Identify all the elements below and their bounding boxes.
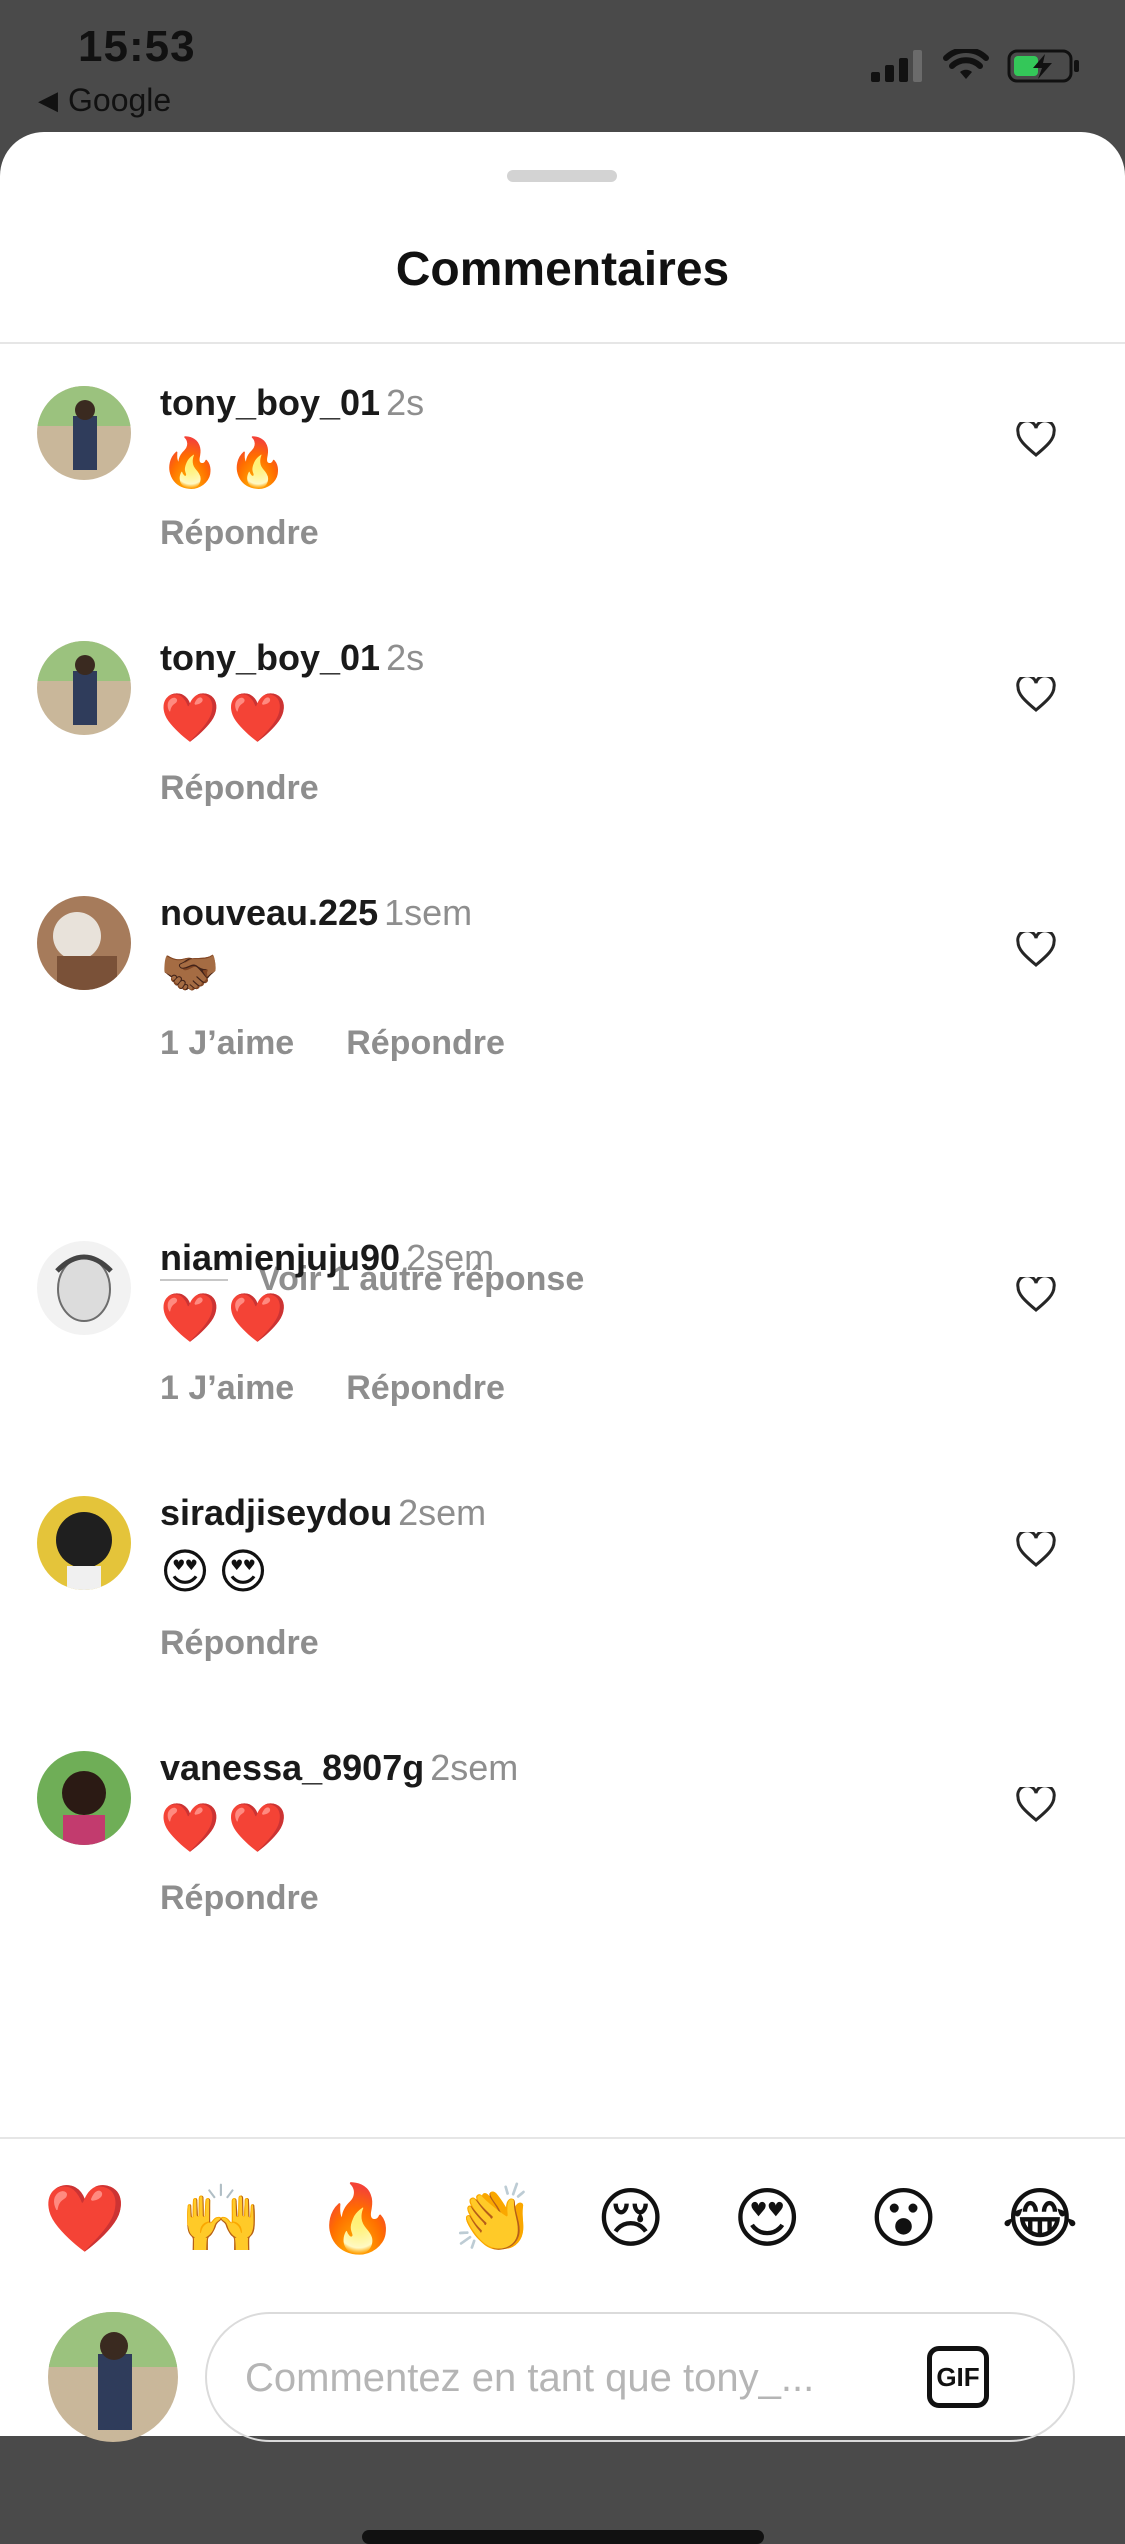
comment-header: vanessa_8907g 2sem xyxy=(160,1747,518,1789)
avatar[interactable] xyxy=(37,1496,131,1590)
reply-button[interactable]: Répondre xyxy=(160,1624,319,1663)
comment-actions: Répondre xyxy=(160,1879,319,1918)
comment-item: nouveau.225 1sem 🤝🏾 1 J’aime Répondre xyxy=(0,892,1125,1096)
quick-reactions-bar: ❤️ 🙌 🔥 👏 😢 😍 😮 😂 xyxy=(35,2180,1090,2258)
clock: 15:53 xyxy=(78,22,196,71)
comment-actions: Répondre xyxy=(160,769,319,808)
comment-actions: Répondre xyxy=(160,1624,319,1663)
avatar[interactable] xyxy=(37,1241,131,1335)
comment-text: 🔥🔥 xyxy=(160,435,296,491)
timestamp: 2sem xyxy=(398,1492,487,1533)
current-user-avatar xyxy=(48,2312,178,2442)
likes-count[interactable]: 1 J’aime xyxy=(160,1024,294,1063)
heart-outline-icon[interactable] xyxy=(1016,422,1056,458)
gif-button[interactable]: GIF xyxy=(927,2346,989,2408)
timestamp: 2sem xyxy=(406,1237,495,1278)
reaction-red-heart[interactable]: ❤️ xyxy=(35,2180,135,2258)
reaction-heart-eyes[interactable]: 😍 xyxy=(717,2180,817,2258)
timestamp: 2s xyxy=(386,637,425,678)
heart-outline-icon[interactable] xyxy=(1016,677,1056,713)
reaction-laughing[interactable]: 😂 xyxy=(990,2180,1090,2258)
comment-actions: Répondre xyxy=(160,514,319,553)
username[interactable]: tony_boy_01 xyxy=(160,637,380,678)
back-to-app-button[interactable]: ◀ Google xyxy=(38,82,171,119)
avatar[interactable] xyxy=(37,1751,131,1845)
system-icons xyxy=(871,48,1081,84)
reaction-crying[interactable]: 😢 xyxy=(581,2180,681,2258)
comment-header: tony_boy_01 2s xyxy=(160,382,424,424)
reaction-clapping[interactable]: 👏 xyxy=(444,2180,544,2258)
avatar[interactable] xyxy=(37,386,131,480)
back-triangle-icon: ◀ xyxy=(38,85,58,115)
username[interactable]: nouveau.225 xyxy=(160,892,378,933)
comments-sheet: Commentaires tony_boy_01 2s 🔥🔥 Répondre t… xyxy=(0,132,1125,2544)
comment-item: tony_boy_01 2s ❤️❤️ Répondre xyxy=(0,637,1125,841)
comment-text: ❤️❤️ xyxy=(160,690,296,746)
reply-button[interactable]: Répondre xyxy=(346,1024,505,1063)
timestamp: 2s xyxy=(386,382,425,423)
reply-button[interactable]: Répondre xyxy=(160,1879,319,1918)
reply-button[interactable]: Répondre xyxy=(160,514,319,553)
comment-text: ❤️❤️ xyxy=(160,1290,296,1346)
back-app-label: Google xyxy=(68,82,172,118)
timestamp: 2sem xyxy=(430,1747,519,1788)
username[interactable]: tony_boy_01 xyxy=(160,382,380,423)
wifi-icon xyxy=(943,49,989,79)
composer-divider xyxy=(0,2137,1125,2139)
avatar[interactable] xyxy=(37,896,131,990)
comment-actions: 1 J’aime Répondre xyxy=(160,1024,505,1063)
comment-actions: 1 J’aime Répondre xyxy=(160,1369,505,1408)
reply-button[interactable]: Répondre xyxy=(160,769,319,808)
reaction-raising-hands[interactable]: 🙌 xyxy=(171,2180,271,2258)
avatar[interactable] xyxy=(37,641,131,735)
comment-input[interactable]: Commentez en tant que tony_... GIF xyxy=(205,2312,1075,2442)
battery-charging-icon xyxy=(1007,49,1079,83)
comment-header: niamienjuju90 2sem xyxy=(160,1237,494,1279)
timestamp: 1sem xyxy=(384,892,473,933)
heart-outline-icon[interactable] xyxy=(1016,1277,1056,1313)
signal-icon xyxy=(871,50,922,82)
comment-text: ❤️❤️ xyxy=(160,1800,296,1856)
reaction-fire[interactable]: 🔥 xyxy=(308,2180,408,2258)
comment-header: tony_boy_01 2s xyxy=(160,637,424,679)
comment-item: tony_boy_01 2s 🔥🔥 Répondre xyxy=(0,382,1125,586)
heart-outline-icon[interactable] xyxy=(1016,1787,1056,1823)
reaction-surprised[interactable]: 😮 xyxy=(854,2180,954,2258)
username[interactable]: vanessa_8907g xyxy=(160,1747,424,1788)
reply-button[interactable]: Répondre xyxy=(346,1369,505,1408)
likes-count[interactable]: 1 J’aime xyxy=(160,1369,294,1408)
heart-outline-icon[interactable] xyxy=(1016,932,1056,968)
sheet-grabber[interactable] xyxy=(507,170,617,182)
comment-text: 🤝🏾 xyxy=(160,945,228,1001)
header-divider xyxy=(0,342,1125,344)
username[interactable]: niamienjuju90 xyxy=(160,1237,400,1278)
comment-input-placeholder: Commentez en tant que tony_... xyxy=(245,2356,815,2400)
username[interactable]: siradjiseydou xyxy=(160,1492,392,1533)
home-indicator[interactable] xyxy=(362,2530,764,2544)
comment-item: siradjiseydou 2sem 😍😍 Répondre xyxy=(0,1492,1125,1696)
status-bar: 15:53 ◀ Google xyxy=(0,0,1125,140)
comment-text: 😍😍 xyxy=(160,1544,277,1600)
comment-header: nouveau.225 1sem xyxy=(160,892,472,934)
comment-item: vanessa_8907g 2sem ❤️❤️ Répondre xyxy=(0,1747,1125,1951)
comment-item: niamienjuju90 2sem ❤️❤️ 1 J’aime Répondre xyxy=(0,1237,1125,1441)
comment-header: siradjiseydou 2sem xyxy=(160,1492,486,1534)
sheet-title: Commentaires xyxy=(395,243,730,296)
heart-outline-icon[interactable] xyxy=(1016,1532,1056,1568)
